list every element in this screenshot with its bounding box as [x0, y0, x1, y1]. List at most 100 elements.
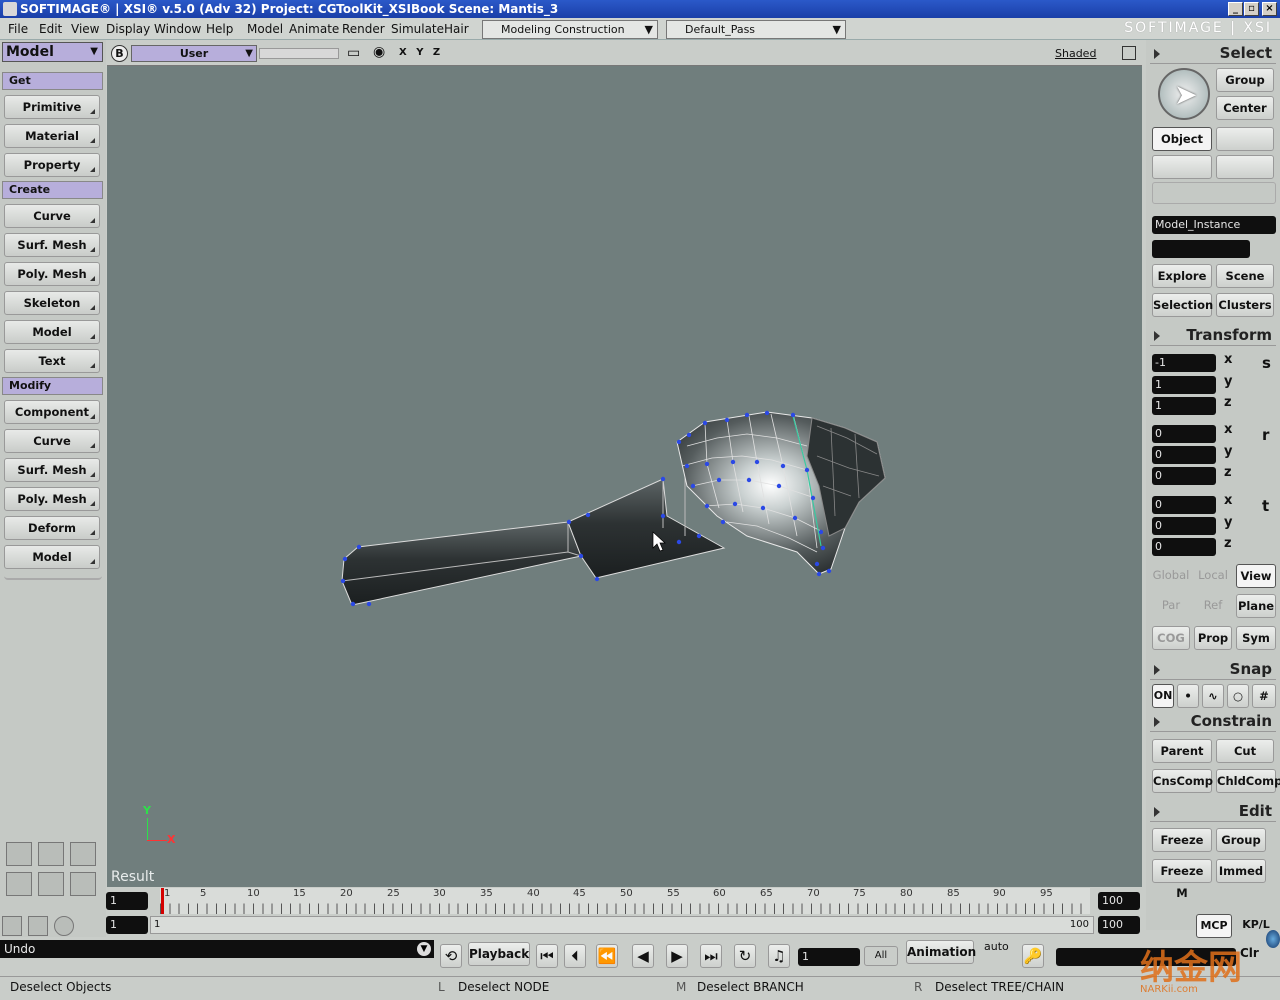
pass-dropdown[interactable]: Default_Pass ▼: [666, 20, 846, 39]
maximize-viewport-icon[interactable]: [1122, 46, 1136, 60]
immed-button[interactable]: Immed: [1216, 859, 1266, 883]
scale-y-label[interactable]: y: [1224, 374, 1232, 389]
tool-icon[interactable]: [28, 916, 48, 936]
camera-dropdown[interactable]: User ▼: [131, 45, 257, 62]
global-button[interactable]: Global: [1152, 564, 1190, 588]
translate-y-label[interactable]: y: [1224, 515, 1232, 530]
menu-view[interactable]: View: [71, 21, 99, 37]
layout-vertical-icon[interactable]: [38, 872, 64, 896]
modify-deform-button[interactable]: Deform: [4, 516, 100, 540]
scene-button[interactable]: Scene: [1216, 264, 1274, 288]
display-mode-dropdown[interactable]: Shaded: [1055, 47, 1096, 60]
undo-history-dropdown[interactable]: Undo ▼: [0, 940, 434, 958]
rotate-label[interactable]: r: [1262, 426, 1269, 444]
get-material-button[interactable]: Material: [4, 124, 100, 148]
chldcomp-button[interactable]: ChldComp: [1216, 769, 1280, 793]
scale-z-label[interactable]: z: [1224, 395, 1232, 410]
rotate-y-label[interactable]: y: [1224, 444, 1232, 459]
eye-icon[interactable]: ◉: [373, 44, 385, 60]
menu-display[interactable]: Display: [106, 21, 150, 37]
snap-points-icon[interactable]: •: [1177, 684, 1199, 708]
current-frame-field[interactable]: 1: [106, 916, 148, 934]
3d-viewport[interactable]: Y X Result: [107, 66, 1142, 887]
select-group-button[interactable]: Group: [1216, 68, 1274, 92]
viewport-badge[interactable]: B: [111, 45, 128, 62]
create-text-button[interactable]: Text: [4, 349, 100, 373]
select-empty-slot-3[interactable]: [1216, 155, 1274, 179]
layout-split-icon[interactable]: [38, 842, 64, 866]
clear-button[interactable]: Clr: [1240, 946, 1259, 960]
translate-label[interactable]: t: [1262, 497, 1269, 515]
select-arrow-icon[interactable]: ➤: [1158, 68, 1210, 120]
auto-key-toggle[interactable]: auto: [984, 940, 1009, 953]
select-empty-slot-2[interactable]: [1152, 155, 1212, 179]
modify-poly-mesh-button[interactable]: Poly. Mesh: [4, 487, 100, 511]
play-backward-icon[interactable]: ◀: [632, 944, 654, 968]
range-end-field[interactable]: 100: [1098, 916, 1140, 934]
play-all-toggle[interactable]: All: [864, 946, 898, 966]
cog-button[interactable]: COG: [1152, 626, 1190, 650]
select-filter-dropdown[interactable]: [1152, 182, 1276, 204]
rewind-icon[interactable]: ⏪: [596, 944, 618, 968]
rotate-z-label[interactable]: z: [1224, 465, 1232, 480]
selection-button[interactable]: Selection: [1152, 293, 1213, 317]
menu-edit[interactable]: Edit: [39, 21, 62, 37]
select-object-button[interactable]: Object: [1152, 127, 1212, 151]
layout-horizontal-icon[interactable]: [6, 872, 32, 896]
view-button[interactable]: View: [1236, 564, 1276, 588]
first-frame-icon[interactable]: ⏮: [536, 944, 558, 968]
playback-options-icon[interactable]: ⟲: [440, 944, 462, 968]
palette-icon[interactable]: [54, 916, 74, 936]
edit-header[interactable]: Edit: [1150, 800, 1276, 822]
modify-model-button[interactable]: Model: [4, 545, 100, 569]
layout-custom-icon[interactable]: [70, 872, 96, 896]
translate-z-field[interactable]: 0: [1152, 538, 1216, 556]
clusters-button[interactable]: Clusters: [1216, 293, 1274, 317]
scale-x-field[interactable]: -1: [1152, 354, 1216, 372]
minimize-button[interactable]: _: [1228, 2, 1243, 16]
plane-button[interactable]: Plane: [1236, 594, 1276, 618]
prev-key-icon[interactable]: ⏴: [564, 944, 586, 968]
prop-button[interactable]: Prop: [1194, 626, 1232, 650]
loop-icon[interactable]: ↻: [734, 944, 756, 968]
group-button[interactable]: Group: [1216, 828, 1266, 852]
menu-animate[interactable]: Animate: [289, 21, 339, 37]
snap-curves-icon[interactable]: ∿: [1202, 684, 1224, 708]
menu-help[interactable]: Help: [206, 21, 233, 37]
rotate-z-field[interactable]: 0: [1152, 467, 1216, 485]
transform-header[interactable]: Transform: [1150, 324, 1276, 346]
explore-button[interactable]: Explore: [1152, 264, 1212, 288]
playback-frame-field[interactable]: 1: [798, 948, 860, 966]
sym-button[interactable]: Sym: [1236, 626, 1276, 650]
scale-label[interactable]: s: [1262, 354, 1271, 372]
create-skeleton-button[interactable]: Skeleton: [4, 291, 100, 315]
ref-button[interactable]: Ref: [1194, 594, 1232, 618]
mesh-model[interactable]: [107, 66, 1142, 887]
rotate-y-field[interactable]: 0: [1152, 446, 1216, 464]
par-button[interactable]: Par: [1152, 594, 1190, 618]
viewport-toggles[interactable]: [259, 48, 339, 59]
key-icon[interactable]: 🔑: [1022, 944, 1044, 968]
mcp-tab[interactable]: MCP: [1196, 914, 1232, 938]
last-frame-icon[interactable]: ⏭: [700, 944, 722, 968]
constrain-header[interactable]: Constrain: [1150, 710, 1276, 732]
cut-button[interactable]: Cut: [1216, 739, 1274, 763]
layout-single-icon[interactable]: [6, 842, 32, 866]
range-slider[interactable]: 1 100: [150, 916, 1094, 934]
translate-x-label[interactable]: x: [1224, 493, 1232, 508]
scale-y-field[interactable]: 1: [1152, 376, 1216, 394]
create-poly-mesh-button[interactable]: Poly. Mesh: [4, 262, 100, 286]
select-empty-slot[interactable]: [1216, 127, 1274, 151]
translate-y-field[interactable]: 0: [1152, 517, 1216, 535]
modify-component-button[interactable]: Component: [4, 400, 100, 424]
camera-icon[interactable]: ▭: [347, 45, 360, 61]
animation-menu[interactable]: Animation: [906, 940, 976, 964]
scale-x-label[interactable]: x: [1224, 352, 1232, 367]
axis-toggles[interactable]: X Y Z: [399, 47, 443, 58]
layout-quad-icon[interactable]: [70, 842, 96, 866]
menu-file[interactable]: File: [8, 21, 28, 37]
rotate-x-field[interactable]: 0: [1152, 425, 1216, 443]
scale-z-field[interactable]: 1: [1152, 397, 1216, 415]
timeline-ruler[interactable]: 1 5 10 15 20 25 30 35 40 45 50 55 60 65 …: [160, 888, 1090, 914]
menu-render[interactable]: Render: [342, 21, 385, 37]
